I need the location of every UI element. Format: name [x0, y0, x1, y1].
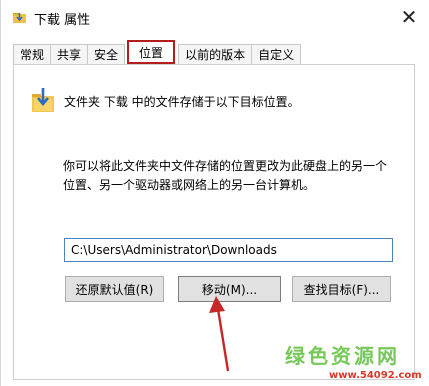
tab-previous-versions[interactable]: 以前的版本 — [178, 44, 253, 64]
properties-dialog: 下载 属性 ✕ 常规 共享 安全 位置 以前的版本 自定义 文件夹 下载 中的文… — [0, 0, 429, 386]
download-folder-icon — [13, 13, 26, 23]
tab-customize[interactable]: 自定义 — [251, 44, 302, 64]
explanation-line-2: 位置、另一个驱动器或网络上的另一台计算机。 — [63, 178, 316, 192]
find-target-button[interactable]: 查找目标(F)... — [292, 276, 391, 302]
location-explanation: 你可以将此文件夹中文件存储的位置更改为此硬盘上的另一个 位置、另一个驱动器或网络… — [63, 157, 403, 195]
site-watermark: 绿色资源网 www.54092.com — [285, 340, 427, 384]
location-description: 文件夹 下载 中的文件存储于以下目标位置。 — [64, 95, 300, 109]
title-bar: 下载 属性 ✕ — [1, 0, 429, 34]
tab-strip: 常规 共享 安全 位置 以前的版本 自定义 — [13, 40, 302, 64]
tab-location[interactable]: 位置 — [127, 40, 176, 64]
close-icon: ✕ — [400, 5, 418, 29]
tab-security[interactable]: 安全 — [87, 44, 126, 64]
restore-default-button[interactable]: 还原默认值(R) — [65, 276, 164, 302]
close-button[interactable]: ✕ — [396, 4, 422, 30]
explanation-line-1: 你可以将此文件夹中文件存储的位置更改为此硬盘上的另一个 — [63, 159, 388, 173]
tab-sharing[interactable]: 共享 — [50, 44, 89, 64]
folder-path-input[interactable] — [64, 238, 393, 262]
watermark-url: www.54092.com — [329, 370, 422, 381]
annotation-arrow-icon — [209, 296, 230, 372]
download-folder-icon — [32, 88, 54, 112]
window-title: 下载 属性 — [34, 13, 91, 28]
tab-general[interactable]: 常规 — [13, 44, 52, 64]
watermark-title: 绿色资源网 — [285, 344, 400, 368]
